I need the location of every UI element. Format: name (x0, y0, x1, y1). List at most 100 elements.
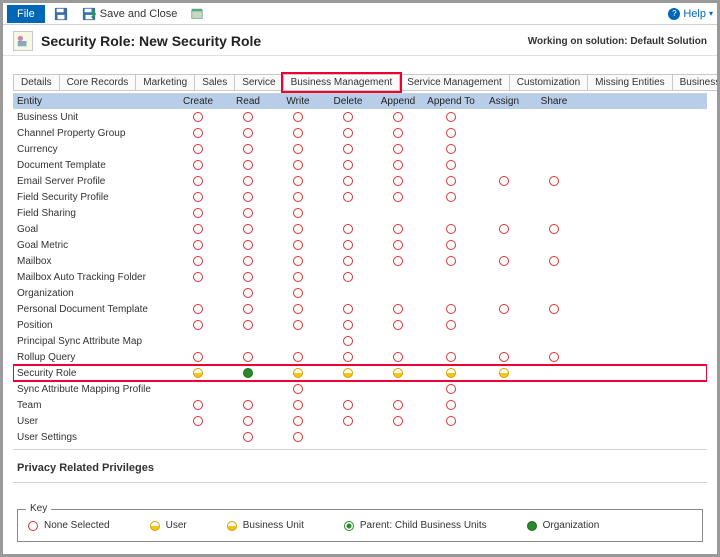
privilege-cell[interactable] (373, 320, 423, 330)
privilege-cell[interactable] (273, 368, 323, 378)
privilege-cell[interactable] (173, 160, 223, 170)
privilege-cell[interactable] (223, 400, 273, 410)
privilege-cell[interactable] (173, 272, 223, 282)
privilege-cell[interactable] (273, 192, 323, 202)
save-and-close-button[interactable]: Save and Close (77, 5, 182, 23)
privilege-cell[interactable] (423, 192, 479, 202)
privilege-cell[interactable] (273, 352, 323, 362)
privilege-cell[interactable] (423, 224, 479, 234)
privilege-cell[interactable] (323, 224, 373, 234)
privilege-cell[interactable] (529, 352, 579, 362)
privilege-cell[interactable] (273, 432, 323, 442)
privilege-cell[interactable] (173, 176, 223, 186)
privilege-cell[interactable] (373, 240, 423, 250)
privilege-cell[interactable] (323, 240, 373, 250)
privilege-cell[interactable] (273, 224, 323, 234)
privilege-cell[interactable] (323, 352, 373, 362)
privilege-cell[interactable] (223, 416, 273, 426)
privilege-cell[interactable] (273, 272, 323, 282)
privilege-cell[interactable] (273, 160, 323, 170)
column-header-share[interactable]: Share (529, 94, 579, 109)
privilege-cell[interactable] (273, 320, 323, 330)
column-header-delete[interactable]: Delete (323, 94, 373, 109)
privilege-cell[interactable] (373, 256, 423, 266)
privilege-cell[interactable] (223, 144, 273, 154)
privilege-cell[interactable] (173, 208, 223, 218)
privilege-cell[interactable] (173, 352, 223, 362)
column-header-entity[interactable]: Entity (13, 94, 173, 109)
privilege-cell[interactable] (423, 416, 479, 426)
privilege-cell[interactable] (223, 304, 273, 314)
privilege-cell[interactable] (223, 368, 273, 378)
privilege-cell[interactable] (423, 144, 479, 154)
privilege-cell[interactable] (223, 352, 273, 362)
privilege-cell[interactable] (423, 128, 479, 138)
privilege-cell[interactable] (479, 224, 529, 234)
privilege-cell[interactable] (273, 144, 323, 154)
privilege-cell[interactable] (529, 176, 579, 186)
tab-customization[interactable]: Customization (509, 74, 588, 91)
privilege-cell[interactable] (373, 160, 423, 170)
privilege-cell[interactable] (273, 288, 323, 298)
privilege-cell[interactable] (273, 400, 323, 410)
privilege-cell[interactable] (323, 400, 373, 410)
privilege-cell[interactable] (223, 160, 273, 170)
privilege-cell[interactable] (223, 176, 273, 186)
privilege-cell[interactable] (373, 224, 423, 234)
privilege-cell[interactable] (373, 304, 423, 314)
privilege-cell[interactable] (223, 256, 273, 266)
privilege-cell[interactable] (323, 176, 373, 186)
tab-missing-entities[interactable]: Missing Entities (587, 74, 672, 91)
file-menu-button[interactable]: File (7, 5, 45, 23)
privilege-cell[interactable] (173, 224, 223, 234)
privilege-cell[interactable] (323, 256, 373, 266)
privilege-cell[interactable] (479, 368, 529, 378)
privilege-cell[interactable] (223, 192, 273, 202)
privilege-cell[interactable] (223, 320, 273, 330)
privilege-cell[interactable] (423, 352, 479, 362)
privilege-cell[interactable] (323, 320, 373, 330)
column-header-append[interactable]: Append (373, 94, 423, 109)
privilege-cell[interactable] (323, 416, 373, 426)
privilege-cell[interactable] (373, 416, 423, 426)
privilege-cell[interactable] (173, 144, 223, 154)
privilege-cell[interactable] (423, 256, 479, 266)
tab-service[interactable]: Service (234, 74, 283, 91)
privilege-cell[interactable] (273, 256, 323, 266)
privilege-cell[interactable] (173, 112, 223, 122)
tab-core-records[interactable]: Core Records (59, 74, 137, 91)
privilege-cell[interactable] (273, 240, 323, 250)
privilege-cell[interactable] (529, 224, 579, 234)
column-header-create[interactable]: Create (173, 94, 223, 109)
privilege-cell[interactable] (373, 368, 423, 378)
privilege-cell[interactable] (173, 320, 223, 330)
privilege-cell[interactable] (423, 304, 479, 314)
privilege-cell[interactable] (273, 176, 323, 186)
privilege-cell[interactable] (479, 176, 529, 186)
actions-button[interactable] (185, 5, 209, 23)
privilege-cell[interactable] (273, 128, 323, 138)
privilege-cell[interactable] (173, 368, 223, 378)
privilege-cell[interactable] (479, 352, 529, 362)
column-header-assign[interactable]: Assign (479, 94, 529, 109)
privilege-cell[interactable] (423, 368, 479, 378)
help-link[interactable]: ? Help ▾ (668, 8, 713, 20)
tab-business-management[interactable]: Business Management (283, 74, 401, 91)
save-button[interactable] (49, 5, 73, 23)
privilege-cell[interactable] (173, 128, 223, 138)
privilege-cell[interactable] (373, 176, 423, 186)
privilege-cell[interactable] (273, 208, 323, 218)
privilege-cell[interactable] (273, 112, 323, 122)
privilege-cell[interactable] (423, 400, 479, 410)
privilege-cell[interactable] (173, 192, 223, 202)
privilege-cell[interactable] (373, 128, 423, 138)
privilege-cell[interactable] (423, 112, 479, 122)
privilege-cell[interactable] (223, 224, 273, 234)
privilege-cell[interactable] (323, 112, 373, 122)
privilege-cell[interactable] (323, 192, 373, 202)
privilege-cell[interactable] (529, 256, 579, 266)
privilege-cell[interactable] (273, 416, 323, 426)
privilege-cell[interactable] (423, 160, 479, 170)
privilege-cell[interactable] (173, 416, 223, 426)
privilege-cell[interactable] (373, 192, 423, 202)
